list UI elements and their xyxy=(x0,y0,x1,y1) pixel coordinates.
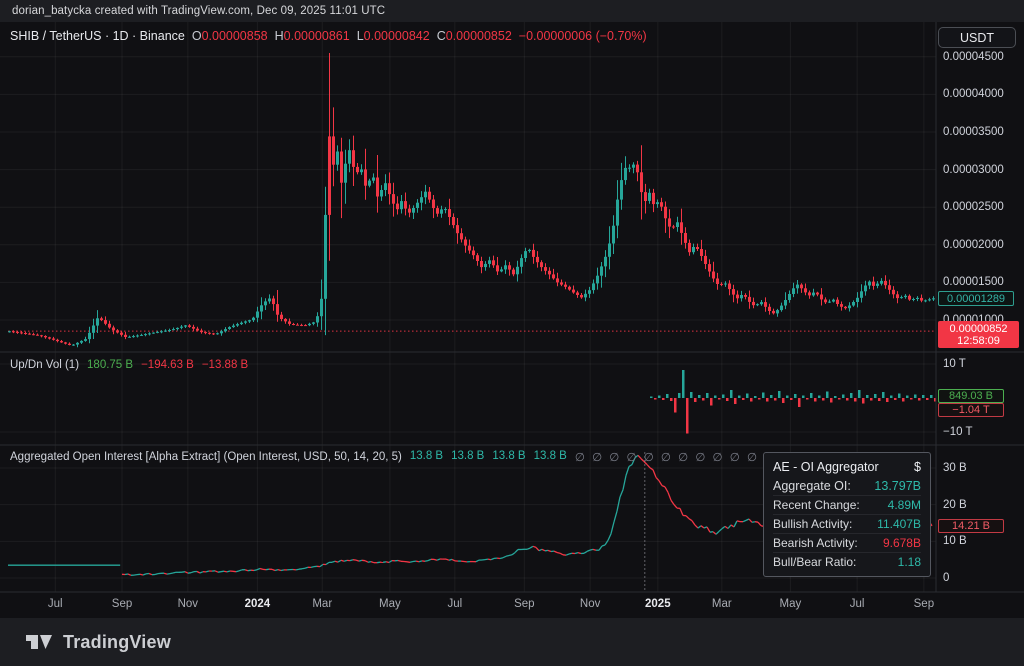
ohlc-item: O0.00000858 xyxy=(192,29,268,43)
oi-last-value-badge: 14.21 B xyxy=(938,519,1004,533)
oi-indicator-title[interactable]: Aggregated Open Interest [Alpha Extract]… xyxy=(10,451,402,463)
oi-pane-legend: Aggregated Open Interest [Alpha Extract]… xyxy=(10,450,793,464)
attribution-bar: dorian_batycka created with TradingView.… xyxy=(0,0,1024,22)
volume-pane-legend: Up/Dn Vol (1) 180.75 B −194.63 B −13.88 B xyxy=(10,359,248,371)
tooltip-title: AE - OI Aggregator xyxy=(773,460,879,474)
price-axis-label: 0.00004000 xyxy=(943,88,1004,100)
time-axis-label: May xyxy=(780,598,802,610)
symbol-title[interactable]: SHIB / TetherUS · 1D · Binance xyxy=(10,29,185,43)
oi-axis-label: 0 xyxy=(943,572,949,584)
oi-empty-values: ∅ ∅ ∅ ∅ ∅ ∅ ∅ ∅ ∅ ∅ ∅ ∅ ∅ xyxy=(575,450,794,464)
ohlc-values: O0.00000858 H0.00000861 L0.00000842 C0.0000… xyxy=(192,29,512,43)
time-axis-label: Jul xyxy=(850,598,865,610)
price-axis-label: 0.00002000 xyxy=(943,239,1004,251)
tooltip-row: Bullish Activity:11.407B xyxy=(773,514,921,533)
volume-up-badge: 849.03 B xyxy=(938,389,1004,403)
chart-plot-area[interactable]: SHIB / TetherUS · 1D · Binance O0.000008… xyxy=(0,22,1024,618)
ohlc-item: H0.00000861 xyxy=(275,29,350,43)
oi-value: 13.8 B xyxy=(410,450,443,464)
ohlc-item: C0.00000852 xyxy=(437,29,512,43)
time-axis-label: 2025 xyxy=(645,598,671,610)
bar-countdown-text: 12:58:09 xyxy=(957,335,1000,347)
tooltip-row: Bull/Bear Ratio:1.18 xyxy=(773,552,921,571)
oi-value: 13.8 B xyxy=(492,450,525,464)
tooltip-currency-symbol: $ xyxy=(914,460,921,474)
volume-indicator-values: 180.75 B −194.63 B −13.88 B xyxy=(87,359,248,371)
price-axis-label: 0.00001500 xyxy=(943,276,1004,288)
tradingview-logo-icon[interactable] xyxy=(26,632,53,652)
volume-value: −13.88 B xyxy=(202,359,248,371)
volume-axis-label: 10 T xyxy=(943,358,966,370)
tradingview-wordmark[interactable]: TradingView xyxy=(63,632,171,653)
oi-axis-label: 10 B xyxy=(943,535,967,547)
current-price-badge: 0.00000852 12:58:09 xyxy=(938,321,1019,348)
oi-axis-label: 20 B xyxy=(943,499,967,511)
time-axis-label: Mar xyxy=(312,598,332,610)
oi-value: 13.8 B xyxy=(534,450,567,464)
oi-value: 13.8 B xyxy=(451,450,484,464)
time-axis-label: Jul xyxy=(447,598,462,610)
last-price-badge: 0.00001289 xyxy=(938,291,1014,306)
time-axis-label: Sep xyxy=(112,598,132,610)
current-price-text: 0.00000852 xyxy=(949,323,1007,335)
price-change: −0.00000006 (−0.70%) xyxy=(519,29,647,43)
price-axis-label: 0.00002500 xyxy=(943,201,1004,213)
oi-data-tooltip: AE - OI Aggregator $ Aggregate OI:13.797… xyxy=(763,452,931,577)
main-pane-legend: SHIB / TetherUS · 1D · Binance O0.000008… xyxy=(10,29,647,43)
price-axis-label: 0.00004500 xyxy=(943,51,1004,63)
tooltip-row: Bearish Activity:9.678B xyxy=(773,533,921,552)
price-axis-label: 0.00003500 xyxy=(943,126,1004,138)
oi-last-value-text: 14.21 B xyxy=(952,520,990,532)
attribution-text: dorian_batycka created with TradingView.… xyxy=(12,5,385,17)
tooltip-row: Recent Change:4.89M xyxy=(773,495,921,514)
time-axis-label: Nov xyxy=(178,598,198,610)
tradingview-snapshot: dorian_batycka created with TradingView.… xyxy=(0,0,1024,666)
ohlc-item: L0.00000842 xyxy=(357,29,430,43)
time-axis-label: Jul xyxy=(48,598,63,610)
volume-indicator-title[interactable]: Up/Dn Vol (1) xyxy=(10,359,79,371)
time-axis-label: May xyxy=(379,598,401,610)
last-price-badge-text: 0.00001289 xyxy=(947,293,1005,305)
tooltip-row: Aggregate OI:13.797B xyxy=(773,476,921,495)
volume-down-badge: −1.04 T xyxy=(938,403,1004,417)
currency-toggle-label: USDT xyxy=(960,31,994,45)
oi-indicator-values: 13.8 B 13.8 B 13.8 B 13.8 B ∅ ∅ ∅ ∅ ∅ ∅ ∅ ∅ … xyxy=(410,450,794,464)
tooltip-title-row: AE - OI Aggregator $ xyxy=(773,457,921,476)
oi-axis-label: 30 B xyxy=(943,462,967,474)
volume-axis-label: −10 T xyxy=(943,426,973,438)
volume-value: 180.75 B xyxy=(87,359,133,371)
time-axis-label: 2024 xyxy=(245,598,271,610)
currency-toggle-button[interactable]: USDT xyxy=(938,27,1016,48)
footer-bar: TradingView xyxy=(0,618,1024,666)
volume-up-badge-text: 849.03 B xyxy=(949,390,993,402)
time-axis-label: Sep xyxy=(914,598,934,610)
time-axis-label: Mar xyxy=(712,598,732,610)
volume-value: −194.63 B xyxy=(141,359,194,371)
price-axis-label: 0.00003000 xyxy=(943,164,1004,176)
volume-down-badge-text: −1.04 T xyxy=(952,404,989,416)
time-axis-label: Nov xyxy=(580,598,600,610)
time-axis-label: Sep xyxy=(514,598,534,610)
